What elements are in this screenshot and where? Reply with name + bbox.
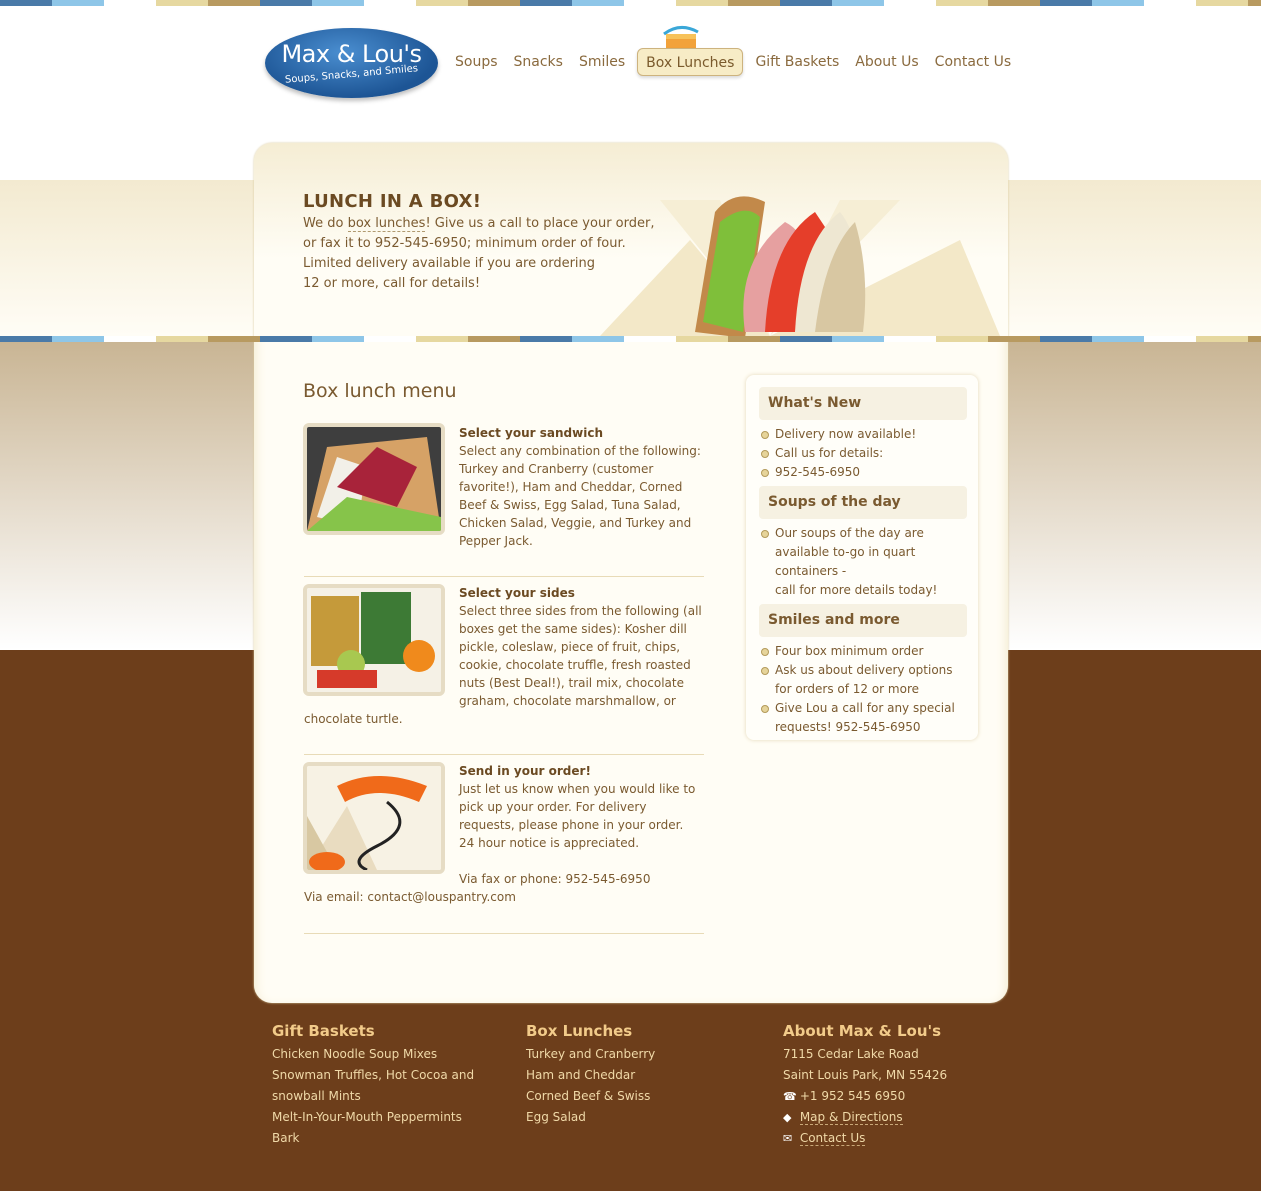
- hero-line1-post: ! Give us a call to place your order,: [425, 216, 655, 231]
- menu-item-sides: Select your sides Select three sides fro…: [304, 584, 704, 728]
- sidebar-head-soups: Soups of the day: [759, 486, 967, 519]
- footer-map: ◆ Map & Directions: [783, 1107, 947, 1128]
- nav-about-us[interactable]: About Us: [847, 48, 926, 76]
- directions-icon: ◆: [783, 1111, 792, 1124]
- item-line: requests, please phone in your order.: [459, 818, 684, 832]
- item-line: Just let us know when you would like to: [459, 782, 696, 796]
- list-line: containers -: [775, 564, 847, 578]
- sidebar-list-soups: Our soups of the day are available to-go…: [760, 524, 970, 600]
- item-line: Beef & Swiss, Egg Salad, Tuna Salad,: [459, 498, 681, 512]
- mail-icon: ✉: [783, 1132, 793, 1145]
- list-line: available to-go in quart: [775, 545, 916, 559]
- list-item: Delivery now available!: [760, 425, 970, 444]
- footer-link[interactable]: Chicken Noodle Soup Mixes: [272, 1044, 474, 1065]
- item-line: nuts (Best Deal!), trail mix, chocolate: [459, 676, 684, 690]
- footer-title[interactable]: Box Lunches: [526, 1021, 655, 1042]
- item-heading: Select your sides: [459, 586, 575, 600]
- lunch-box-icon: [663, 26, 699, 50]
- hero-text: We do box lunches! Give us a call to pla…: [303, 214, 654, 294]
- item-line: favorite!), Ham and Cheddar, Corned: [459, 480, 683, 494]
- item-line: 24 hour notice is appreciated.: [459, 836, 640, 850]
- mid-stripe: [0, 336, 1261, 342]
- item-extra: Via fax or phone: 952-545-6950: [459, 872, 651, 886]
- nav-soups[interactable]: Soups: [447, 48, 506, 76]
- footer-link[interactable]: Egg Salad: [526, 1107, 655, 1128]
- item-line: pickle, coleslaw, piece of fruit, chips,: [459, 640, 681, 654]
- footer-address-line: 7115 Cedar Lake Road: [783, 1047, 919, 1061]
- footer-address-line: Saint Louis Park, MN 55426: [783, 1068, 948, 1082]
- nav-snacks[interactable]: Snacks: [506, 48, 571, 76]
- contact-us-link[interactable]: Contact Us: [799, 1131, 866, 1146]
- footer-link[interactable]: Corned Beef & Swiss: [526, 1086, 655, 1107]
- list-line: requests! 952-545-6950: [775, 720, 921, 734]
- menu-divider: [304, 576, 704, 577]
- list-line: Our soups of the day are: [775, 526, 924, 540]
- nav-gift-baskets[interactable]: Gift Baskets: [747, 48, 847, 76]
- item-line: pick up your order. For delivery: [459, 800, 647, 814]
- nav-box-lunches[interactable]: Box Lunches: [637, 48, 744, 76]
- nav-contact-us[interactable]: Contact Us: [927, 48, 1019, 76]
- footer-link[interactable]: Bark: [272, 1128, 474, 1149]
- list-item: Call us for details:: [760, 444, 970, 463]
- menu-item-order: Send in your order! Just let us know whe…: [304, 762, 704, 906]
- list-line: Ask us about delivery options: [775, 663, 953, 677]
- item-heading: Send in your order!: [459, 764, 591, 778]
- list-line: call for more details today!: [775, 583, 938, 597]
- footer-phone: ☎ +1 952 545 6950: [783, 1086, 947, 1107]
- list-item: Give Lou a call for any special requests…: [760, 699, 970, 737]
- item-line: Select three sides from the following (a…: [459, 604, 702, 618]
- sidebar-head-whats-new: What's New: [759, 387, 967, 420]
- list-item: Our soups of the day are available to-go…: [760, 524, 970, 600]
- main-nav: Soups Snacks Smiles Box Lunches Gift Bas…: [447, 48, 1019, 76]
- item-line: graham, chocolate marshmallow, or: [459, 694, 676, 708]
- list-item: Ask us about delivery options for orders…: [760, 661, 970, 699]
- map-directions-link[interactable]: Map & Directions: [799, 1110, 903, 1125]
- menu-title: Box lunch menu: [303, 380, 457, 402]
- hero-line2: or fax it to 952-545-6950; minimum order…: [303, 236, 626, 251]
- sidebar-list-smiles: Four box minimum order Ask us about deli…: [760, 642, 970, 737]
- item-line: Turkey and Cranberry (customer: [459, 462, 654, 476]
- box-lunches-link[interactable]: box lunches: [347, 216, 426, 232]
- footer-title[interactable]: About Max & Lou's: [783, 1021, 947, 1042]
- item-tail: chocolate turtle.: [304, 712, 403, 726]
- menu-item-sandwich: Select your sandwich Select any combinat…: [304, 424, 704, 550]
- footer-contact: ✉ Contact Us: [783, 1128, 947, 1149]
- sandwich-image: [695, 196, 866, 338]
- item-tail: Via email: contact@louspantry.com: [304, 890, 516, 904]
- footer-gift-baskets: Gift Baskets Chicken Noodle Soup Mixes S…: [272, 1021, 474, 1149]
- footer-phone-text: +1 952 545 6950: [799, 1089, 906, 1103]
- nav-smiles[interactable]: Smiles: [571, 48, 633, 76]
- sidebar-head-smiles: Smiles and more: [759, 604, 967, 637]
- hero-title: LUNCH IN A BOX!: [303, 191, 482, 212]
- item-line: boxes get the same sides): Kosher dill: [459, 622, 687, 636]
- footer-about: About Max & Lou's 7115 Cedar Lake Road S…: [783, 1021, 947, 1149]
- item-heading: Select your sandwich: [459, 426, 603, 440]
- item-line: Chicken Salad, Veggie, and Turkey and: [459, 516, 692, 530]
- footer-box-lunches: Box Lunches Turkey and Cranberry Ham and…: [526, 1021, 655, 1128]
- footer-link[interactable]: Melt-In-Your-Mouth Peppermints: [272, 1107, 474, 1128]
- hero-line3: Limited delivery available if you are or…: [303, 256, 596, 271]
- phone-icon: ☎: [783, 1090, 797, 1103]
- menu-divider: [304, 754, 704, 755]
- list-line: for orders of 12 or more: [775, 682, 920, 696]
- footer-link[interactable]: Snowman Truffles, Hot Cocoa and: [272, 1065, 474, 1086]
- hero-line4: 12 or more, call for details!: [303, 276, 481, 291]
- list-item: Four box minimum order: [760, 642, 970, 661]
- item-line: Select any combination of the following:: [459, 444, 701, 458]
- hero-line1-pre: We do: [303, 216, 348, 231]
- footer-title[interactable]: Gift Baskets: [272, 1021, 474, 1042]
- footer-link[interactable]: Turkey and Cranberry: [526, 1044, 655, 1065]
- footer-link[interactable]: snowball Mints: [272, 1086, 474, 1107]
- top-stripe: [0, 0, 1261, 6]
- item-line: Pepper Jack.: [459, 534, 533, 548]
- menu-divider: [304, 933, 704, 934]
- list-line: Give Lou a call for any special: [775, 701, 955, 715]
- item-line: cookie, chocolate truffle, fresh roasted: [459, 658, 691, 672]
- list-item: 952-545-6950: [760, 463, 970, 482]
- sidebar-list-whats-new: Delivery now available! Call us for deta…: [760, 425, 970, 482]
- logo[interactable]: Max & Lou's Soups, Snacks, and Smiles: [265, 28, 438, 98]
- footer-link[interactable]: Ham and Cheddar: [526, 1065, 655, 1086]
